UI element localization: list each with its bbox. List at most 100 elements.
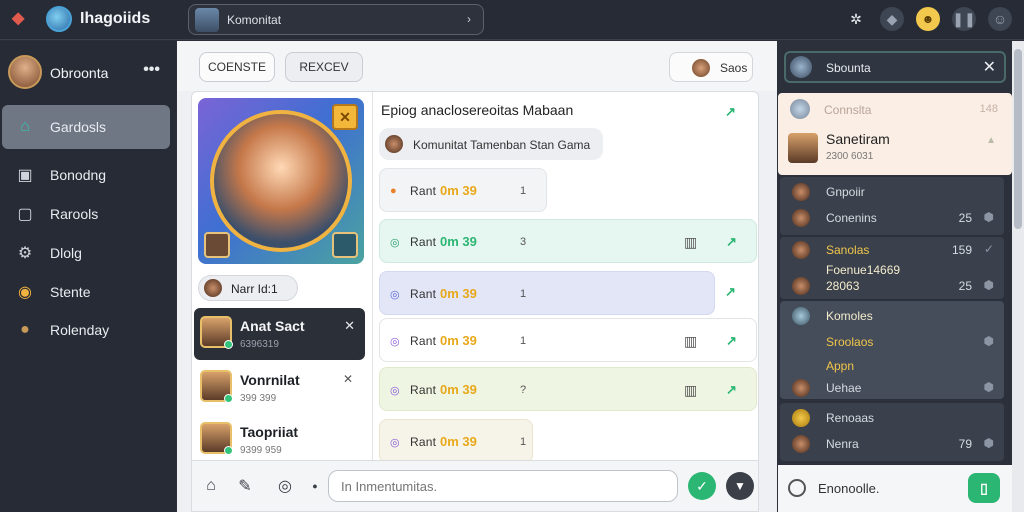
sidebar-item-rolenday[interactable]: ● Rolenday [2,308,170,352]
expand-icon[interactable]: ✕ [343,372,353,386]
emoji-icon[interactable]: ☻ [916,7,940,31]
tools-icon[interactable]: ✎ [234,475,256,497]
gear-icon[interactable]: ✲ [844,7,868,31]
sidebar-item-label: Gardosls [50,119,107,135]
dropdown-icon[interactable]: ● [304,475,326,497]
list-group: Komoles Sroolaos ⬢ Appn Uehae ⬢ [780,301,1004,399]
message-bubble[interactable]: ◎ Rant 0m 39 1 ▥ ↗ [379,318,757,362]
list-item[interactable]: Komoles [780,305,1004,327]
row-number: 25 [958,279,972,293]
bubble-answer: 0m 39 [440,183,477,198]
shield-icon[interactable]: ⬢ [984,380,994,394]
conversation-item[interactable]: Anat Sact 6396319 ✕ [194,308,365,360]
bubble-answer: 0m 39 [440,434,477,449]
caret-up-icon[interactable]: ▲ [986,135,996,146]
shield-icon[interactable]: ⬢ [984,210,994,224]
conversation-item[interactable]: Vonrnilat 399 399 ✕ [194,362,365,414]
top-bar: ◆ Ihagoiids Komonitat › ✲ ◆ ☻ ❚❚ ☺ [0,0,1024,40]
message-bubble[interactable]: ◎ Rant 0m 39 ? ▥ ↗ [379,367,757,411]
online-indicator [224,394,233,403]
trash-button[interactable]: ▯ [968,473,1000,503]
top-search-bar[interactable]: Komonitat › [188,4,484,35]
options-button[interactable]: ▼ [726,472,754,500]
bubble-label: Rant [410,383,437,397]
hero-portrait: ✕ [198,98,364,264]
sidebar-item-bonodng[interactable]: ▣ Bonodng [2,153,170,197]
list-item[interactable]: Sroolaos ⬢ [780,331,1004,353]
bullet-icon: ◎ [390,289,400,301]
list-item[interactable]: 28063 25 ⬢ [780,275,1004,297]
send-button[interactable]: ✓ [688,472,716,500]
coenste-button[interactable]: COENSTE [199,52,275,82]
bubble-answer: 0m 39 [440,286,477,301]
sidebar-item-gardosls[interactable]: ⌂ Gardosls [2,105,170,149]
right-search-text: Sbounta [826,61,871,75]
conversation-item[interactable]: Taopriiat 9399 959 [194,414,365,460]
home-icon[interactable]: ⌂ [200,475,222,497]
frame-icon: ▢ [17,206,33,223]
row-number: 79 [958,437,972,451]
trend-icon: ↗ [726,234,737,249]
sidebar-item-label: Rarools [50,206,99,222]
sidebar-item-dlolg[interactable]: ⚙ Dlolg [2,231,170,275]
chart-icon[interactable]: ▥ [684,234,697,251]
crossed-swords-icon[interactable]: ✕ [332,104,358,130]
shield-icon[interactable]: ⬢ [984,278,994,292]
scrollbar-thumb[interactable] [1014,49,1022,229]
back-arrow-icon[interactable]: ◆ [12,10,30,28]
message-input[interactable] [328,470,678,502]
list-item[interactable]: Renoaas [780,407,1004,429]
message-bubble[interactable]: ◎ Rant 0m 39 1 [379,271,715,315]
puzzle-icon[interactable]: ◆ [880,7,904,31]
list-item[interactable]: Sanolas 159 ✓ [780,239,1004,261]
check-shield-icon[interactable]: ✓ [984,242,994,256]
profile-icon[interactable]: ☺ [988,7,1012,31]
shield-icon[interactable]: ⬢ [984,334,994,348]
row-avatar [792,241,810,259]
close-icon[interactable]: ✕ [983,57,996,77]
info-avatar [385,135,403,153]
list-item[interactable]: Conenins 25 ⬢ [780,207,1004,229]
search-arrow-icon[interactable]: › [467,12,471,26]
sidebar-item-label: Bonodng [50,167,107,183]
row-avatar [792,307,810,325]
mini-avatar-right [332,232,358,258]
close-icon[interactable]: ✕ [344,318,355,334]
bullet-icon: ◎ [390,385,400,397]
sidebar-item-rarools[interactable]: ▢ Rarools [2,192,170,236]
row-label: Conenins [826,211,877,225]
message-bubble[interactable]: ◎ Rant 0m 39 1 [379,419,533,460]
rexcev-button[interactable]: REXCEV [285,52,363,82]
tag-avatar [204,279,222,297]
conversation-name: Taopriiat [240,424,299,440]
row-number: 159 [951,243,972,257]
more-options-icon[interactable]: ••• [143,61,160,79]
row-avatar [792,277,810,295]
name-tag-chip[interactable]: Narr Id:1 [198,275,298,301]
message-column: Epiog anaclosereoitas Mabaan ↗ Komunitat… [373,92,758,460]
row-number: 25 [958,211,972,225]
scrollbar[interactable] [1012,41,1024,512]
message-bubble[interactable]: ● Rant 0m 39 1 [379,168,547,212]
info-chip[interactable]: Komunitat Tamenban Stan Gama [379,128,603,160]
circle-icon[interactable] [788,479,806,497]
list-item[interactable]: Nenra 79 ⬢ [780,433,1004,455]
highlight-card[interactable]: Connslta 148 Sanetiram 2300 6031 ▲ [778,93,1012,175]
list-item[interactable]: Gnpoiir [780,181,1004,203]
list-item[interactable]: Uehae ⬢ [780,377,1004,399]
sidebar-user[interactable]: Obroonta ••• [8,55,168,89]
pause-icon[interactable]: ❚❚ [952,7,976,31]
right-search[interactable]: Sbounta ✕ [784,51,1006,83]
chat-icon[interactable]: ◎ [274,475,296,497]
shield-icon[interactable]: ⬢ [984,436,994,450]
chart-icon[interactable]: ▥ [684,382,697,399]
tag-label: Narr Id:1 [231,282,278,296]
message-bubble[interactable]: ◎ Rant 0m 39 3 ▥ ↗ [379,219,757,263]
trend-icon: ↗ [725,284,736,299]
conversation-sub: 399 399 [240,393,277,404]
save-button[interactable]: Saos [669,52,753,82]
conversation-name: Anat Sact [240,318,305,334]
list-item[interactable]: Appn [780,355,1004,377]
chart-icon[interactable]: ▥ [684,333,697,350]
bubble-label: Rant [410,435,437,449]
